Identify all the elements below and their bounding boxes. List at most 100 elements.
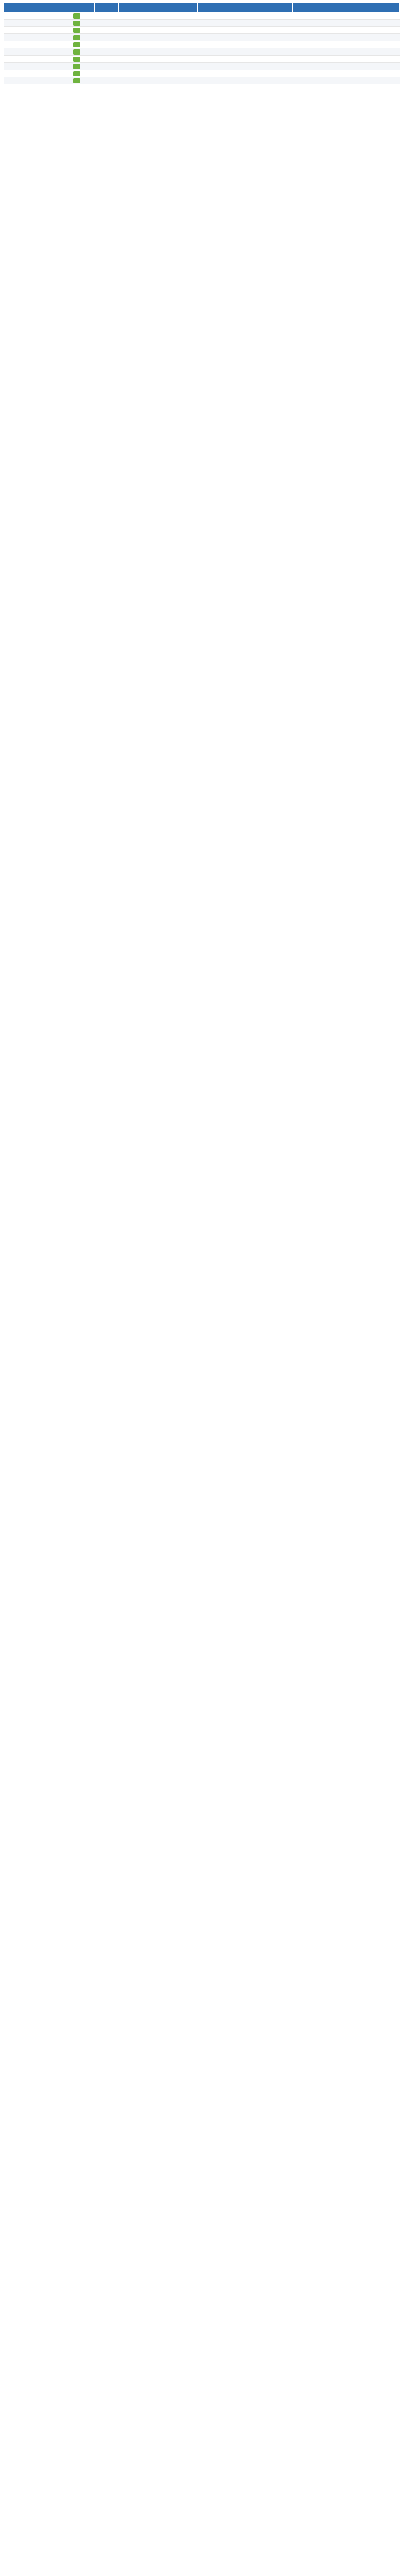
table-cell xyxy=(292,33,348,41)
badge-cell xyxy=(59,70,95,77)
row-name-cell xyxy=(3,41,59,48)
table-cell xyxy=(118,48,158,56)
table-cell xyxy=(253,70,293,77)
row-name-cell xyxy=(3,62,59,70)
column-header[interactable] xyxy=(3,2,59,12)
status-badge-icon xyxy=(73,78,80,83)
badge-cell xyxy=(59,77,95,84)
table-row[interactable] xyxy=(3,26,400,34)
badge-cell xyxy=(59,12,95,20)
row-name-cell xyxy=(3,12,59,20)
table-cell xyxy=(348,26,400,34)
table-cell xyxy=(197,33,253,41)
table-cell xyxy=(94,48,119,56)
table-cell xyxy=(253,77,293,84)
status-badge-icon xyxy=(73,63,80,69)
column-header[interactable] xyxy=(157,2,198,12)
badge-cell xyxy=(59,62,95,70)
table-cell xyxy=(292,12,348,20)
badge-cell xyxy=(59,19,95,27)
table-cell xyxy=(197,62,253,70)
table-cell xyxy=(94,33,119,41)
table-cell xyxy=(94,55,119,63)
table-cell xyxy=(158,55,198,63)
table-cell xyxy=(197,70,253,77)
table-cell xyxy=(348,12,400,20)
table-row[interactable] xyxy=(3,12,400,20)
table-row[interactable] xyxy=(3,62,400,70)
table-cell xyxy=(292,41,348,48)
table-cell xyxy=(253,19,293,27)
column-header[interactable] xyxy=(197,2,254,12)
table-cell xyxy=(292,26,348,34)
table-cell xyxy=(253,12,293,20)
table-cell xyxy=(292,62,348,70)
table-cell xyxy=(158,19,198,27)
column-header[interactable] xyxy=(58,2,95,12)
table-cell xyxy=(158,77,198,84)
table-cell xyxy=(292,48,348,56)
table-row[interactable] xyxy=(3,70,400,77)
table-cell xyxy=(158,62,198,70)
row-name-cell xyxy=(3,55,59,63)
table-cell xyxy=(197,19,253,27)
table-cell xyxy=(292,77,348,84)
table-body xyxy=(3,12,400,84)
table-cell xyxy=(94,12,119,20)
table-cell xyxy=(94,77,119,84)
table-row[interactable] xyxy=(3,48,400,56)
column-header[interactable] xyxy=(347,2,400,12)
table-cell xyxy=(118,41,158,48)
table-cell xyxy=(118,55,158,63)
column-header[interactable] xyxy=(117,2,158,12)
table-cell xyxy=(118,19,158,27)
table-cell xyxy=(197,26,253,34)
row-name-cell xyxy=(3,26,59,34)
table-cell xyxy=(348,48,400,56)
table-cell xyxy=(348,55,400,63)
row-name-cell xyxy=(3,77,59,84)
table-row[interactable] xyxy=(3,77,400,84)
row-name-cell xyxy=(3,19,59,27)
table-cell xyxy=(197,55,253,63)
page xyxy=(0,0,403,87)
column-header[interactable] xyxy=(253,2,293,12)
table-cell xyxy=(118,77,158,84)
table-cell xyxy=(158,48,198,56)
table-cell xyxy=(118,33,158,41)
table-header-row xyxy=(3,2,400,12)
table-cell xyxy=(292,70,348,77)
data-table xyxy=(3,2,400,84)
table-cell xyxy=(118,26,158,34)
table-cell xyxy=(197,41,253,48)
row-name-cell xyxy=(3,48,59,56)
table-cell xyxy=(348,70,400,77)
table-cell xyxy=(348,62,400,70)
table-cell xyxy=(197,77,253,84)
table-row[interactable] xyxy=(3,19,400,27)
column-header[interactable] xyxy=(292,2,348,12)
table-row[interactable] xyxy=(3,33,400,41)
table-cell xyxy=(158,33,198,41)
table-row[interactable] xyxy=(3,41,400,48)
status-badge-icon xyxy=(73,20,80,26)
table-cell xyxy=(253,55,293,63)
table-cell xyxy=(118,70,158,77)
table-cell xyxy=(348,41,400,48)
table-cell xyxy=(94,41,119,48)
table-cell xyxy=(94,26,119,34)
table-cell xyxy=(292,19,348,27)
table-row[interactable] xyxy=(3,55,400,63)
status-badge-icon xyxy=(73,49,80,55)
table-cell xyxy=(158,70,198,77)
table-cell xyxy=(197,48,253,56)
badge-cell xyxy=(59,33,95,41)
table-cell xyxy=(253,41,293,48)
table-cell xyxy=(348,33,400,41)
table-cell xyxy=(94,70,119,77)
badge-cell xyxy=(59,26,95,34)
status-badge-icon xyxy=(73,56,80,62)
column-header[interactable] xyxy=(94,2,119,12)
status-badge-icon xyxy=(73,35,80,40)
table-cell xyxy=(348,19,400,27)
